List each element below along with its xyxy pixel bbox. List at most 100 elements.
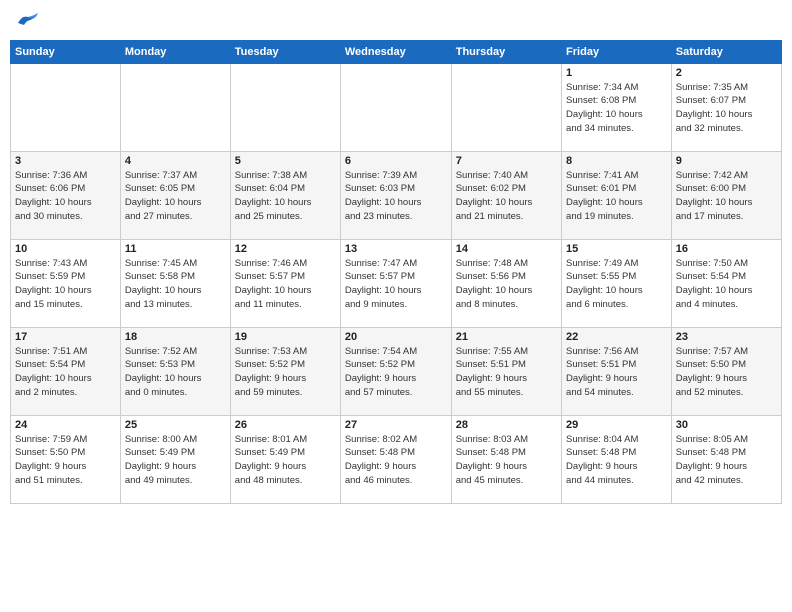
day-number: 20 [345,331,447,343]
calendar-cell: 6 Sunrise: 7:39 AM Sunset: 6:03 PM Daylig… [340,151,451,239]
day-number: 17 [15,331,116,343]
day-number: 7 [456,155,557,167]
calendar-cell: 11 Sunrise: 7:45 AM Sunset: 5:58 PM Dayli… [120,239,230,327]
day-info: Sunrise: 8:04 AM Sunset: 5:48 PM Dayligh… [566,433,667,488]
calendar-cell: 16 Sunrise: 7:50 AM Sunset: 5:54 PM Dayli… [671,239,781,327]
day-number: 26 [235,419,336,431]
day-info: Sunrise: 7:51 AM Sunset: 5:54 PM Dayligh… [15,345,116,400]
day-number: 16 [676,243,777,255]
day-number: 25 [125,419,226,431]
day-number: 21 [456,331,557,343]
day-info: Sunrise: 8:01 AM Sunset: 5:49 PM Dayligh… [235,433,336,488]
day-number: 4 [125,155,226,167]
day-info: Sunrise: 7:41 AM Sunset: 6:01 PM Dayligh… [566,169,667,224]
weekday-header-friday: Friday [562,40,672,63]
day-info: Sunrise: 7:35 AM Sunset: 6:07 PM Dayligh… [676,81,777,136]
day-number: 29 [566,419,667,431]
day-number: 9 [676,155,777,167]
weekday-header-sunday: Sunday [11,40,121,63]
day-info: Sunrise: 7:45 AM Sunset: 5:58 PM Dayligh… [125,257,226,312]
calendar-cell: 23Sunrise: 7:57 AM Sunset: 5:50 PM Dayli… [671,327,781,415]
calendar-week-1: 1 Sunrise: 7:34 AM Sunset: 6:08 PM Daylig… [11,63,782,151]
logo-text [14,10,38,32]
day-info: Sunrise: 8:00 AM Sunset: 5:49 PM Dayligh… [125,433,226,488]
day-info: Sunrise: 7:46 AM Sunset: 5:57 PM Dayligh… [235,257,336,312]
calendar-cell: 2 Sunrise: 7:35 AM Sunset: 6:07 PM Daylig… [671,63,781,151]
weekday-header-saturday: Saturday [671,40,781,63]
day-number: 14 [456,243,557,255]
day-number: 18 [125,331,226,343]
day-info: Sunrise: 8:02 AM Sunset: 5:48 PM Dayligh… [345,433,447,488]
day-number: 8 [566,155,667,167]
calendar-cell: 28Sunrise: 8:03 AM Sunset: 5:48 PM Dayli… [451,415,561,503]
calendar-cell: 18 Sunrise: 7:52 AM Sunset: 5:53 PM Dayli… [120,327,230,415]
day-info: Sunrise: 7:42 AM Sunset: 6:00 PM Dayligh… [676,169,777,224]
weekday-header-thursday: Thursday [451,40,561,63]
day-info: Sunrise: 7:49 AM Sunset: 5:55 PM Dayligh… [566,257,667,312]
calendar-cell: 3 Sunrise: 7:36 AM Sunset: 6:06 PM Daylig… [11,151,121,239]
calendar-cell: 24Sunrise: 7:59 AM Sunset: 5:50 PM Dayli… [11,415,121,503]
calendar-week-3: 10 Sunrise: 7:43 AM Sunset: 5:59 PM Dayli… [11,239,782,327]
day-info: Sunrise: 7:54 AM Sunset: 5:52 PM Dayligh… [345,345,447,400]
calendar-cell: 30 Sunrise: 8:05 AM Sunset: 5:48 PM Dayli… [671,415,781,503]
calendar-cell: 21 Sunrise: 7:55 AM Sunset: 5:51 PM Dayli… [451,327,561,415]
weekday-header-wednesday: Wednesday [340,40,451,63]
day-number: 19 [235,331,336,343]
day-number: 27 [345,419,447,431]
calendar-cell: 9 Sunrise: 7:42 AM Sunset: 6:00 PM Daylig… [671,151,781,239]
day-number: 1 [566,67,667,79]
day-info: Sunrise: 7:39 AM Sunset: 6:03 PM Dayligh… [345,169,447,224]
calendar-cell: 1 Sunrise: 7:34 AM Sunset: 6:08 PM Daylig… [562,63,672,151]
calendar-cell [451,63,561,151]
calendar-cell: 5 Sunrise: 7:38 AM Sunset: 6:04 PM Daylig… [230,151,340,239]
page-header [10,10,782,32]
calendar-cell: 15 Sunrise: 7:49 AM Sunset: 5:55 PM Dayli… [562,239,672,327]
calendar-cell: 19 Sunrise: 7:53 AM Sunset: 5:52 PM Dayli… [230,327,340,415]
logo [14,10,38,32]
bird-icon [16,13,38,29]
day-number: 2 [676,67,777,79]
day-info: Sunrise: 7:38 AM Sunset: 6:04 PM Dayligh… [235,169,336,224]
calendar-cell: 27 Sunrise: 8:02 AM Sunset: 5:48 PM Dayli… [340,415,451,503]
calendar-cell [340,63,451,151]
calendar-week-2: 3 Sunrise: 7:36 AM Sunset: 6:06 PM Daylig… [11,151,782,239]
calendar-cell: 7 Sunrise: 7:40 AM Sunset: 6:02 PM Daylig… [451,151,561,239]
calendar-cell: 8 Sunrise: 7:41 AM Sunset: 6:01 PM Daylig… [562,151,672,239]
weekday-header-row: SundayMondayTuesdayWednesdayThursdayFrid… [11,40,782,63]
calendar-week-5: 24Sunrise: 7:59 AM Sunset: 5:50 PM Dayli… [11,415,782,503]
day-info: Sunrise: 7:40 AM Sunset: 6:02 PM Dayligh… [456,169,557,224]
day-info: Sunrise: 7:36 AM Sunset: 6:06 PM Dayligh… [15,169,116,224]
day-info: Sunrise: 7:43 AM Sunset: 5:59 PM Dayligh… [15,257,116,312]
calendar-cell: 25 Sunrise: 8:00 AM Sunset: 5:49 PM Dayli… [120,415,230,503]
day-info: Sunrise: 7:50 AM Sunset: 5:54 PM Dayligh… [676,257,777,312]
calendar-cell: 26 Sunrise: 8:01 AM Sunset: 5:49 PM Dayli… [230,415,340,503]
day-info: Sunrise: 7:48 AM Sunset: 5:56 PM Dayligh… [456,257,557,312]
day-number: 6 [345,155,447,167]
day-info: Sunrise: 7:55 AM Sunset: 5:51 PM Dayligh… [456,345,557,400]
day-number: 30 [676,419,777,431]
calendar-cell: 12Sunrise: 7:46 AM Sunset: 5:57 PM Dayli… [230,239,340,327]
day-info: Sunrise: 7:52 AM Sunset: 5:53 PM Dayligh… [125,345,226,400]
day-number: 13 [345,243,447,255]
weekday-header-tuesday: Tuesday [230,40,340,63]
day-number: 10 [15,243,116,255]
calendar-body: 1 Sunrise: 7:34 AM Sunset: 6:08 PM Daylig… [11,63,782,503]
calendar-cell: 14 Sunrise: 7:48 AM Sunset: 5:56 PM Dayli… [451,239,561,327]
day-info: Sunrise: 7:57 AM Sunset: 5:50 PM Dayligh… [676,345,777,400]
calendar-cell: 22Sunrise: 7:56 AM Sunset: 5:51 PM Dayli… [562,327,672,415]
day-number: 11 [125,243,226,255]
weekday-header-monday: Monday [120,40,230,63]
day-number: 3 [15,155,116,167]
day-info: Sunrise: 8:03 AM Sunset: 5:48 PM Dayligh… [456,433,557,488]
calendar-cell: 4Sunrise: 7:37 AM Sunset: 6:05 PM Daylig… [120,151,230,239]
calendar-cell: 10 Sunrise: 7:43 AM Sunset: 5:59 PM Dayli… [11,239,121,327]
day-info: Sunrise: 7:53 AM Sunset: 5:52 PM Dayligh… [235,345,336,400]
day-info: Sunrise: 8:05 AM Sunset: 5:48 PM Dayligh… [676,433,777,488]
calendar-cell [11,63,121,151]
calendar-table: SundayMondayTuesdayWednesdayThursdayFrid… [10,40,782,504]
day-number: 15 [566,243,667,255]
day-number: 5 [235,155,336,167]
day-info: Sunrise: 7:34 AM Sunset: 6:08 PM Dayligh… [566,81,667,136]
day-info: Sunrise: 7:47 AM Sunset: 5:57 PM Dayligh… [345,257,447,312]
calendar-cell: 17 Sunrise: 7:51 AM Sunset: 5:54 PM Dayli… [11,327,121,415]
